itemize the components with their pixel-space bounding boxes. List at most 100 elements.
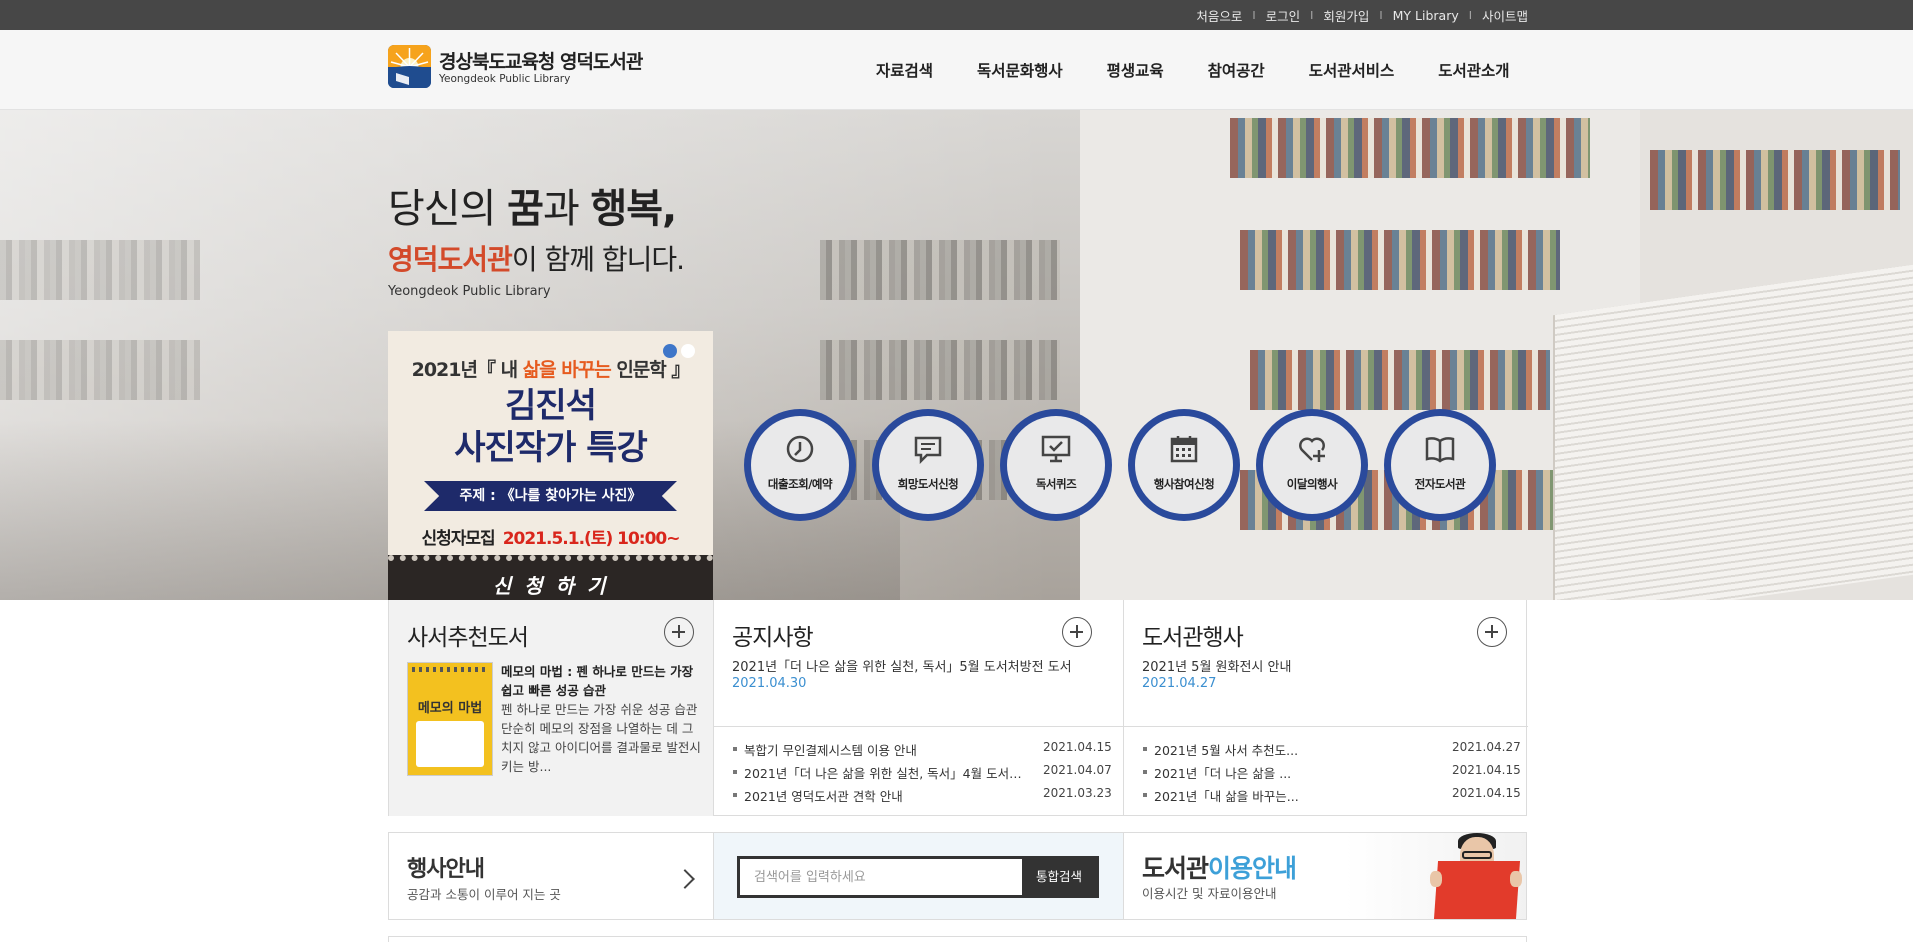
quick-circle-face: 대출조회/예약 — [751, 416, 849, 514]
slide-indicator[interactable] — [681, 344, 695, 358]
divider — [1124, 726, 1528, 727]
quick-label: 행사참여신청 — [1153, 477, 1215, 491]
quick-loan-reservation[interactable]: 대출조회/예약 — [744, 409, 856, 521]
quick-label: 희망도서신청 — [897, 477, 959, 491]
logo-english-name: Yeongdeok Public Library — [439, 73, 571, 85]
next-section-edge — [388, 936, 1527, 942]
stacked-papers — [1553, 264, 1913, 600]
quick-circle-face: 행사참여신청 — [1135, 416, 1233, 514]
notice-panel: 공지사항 2021년「더 나은 삶을 위한 실천, 독서」5월 도서처방전 도서… — [714, 600, 1124, 816]
event-guide-subtitle: 공감과 소통이 이루어 지는 곳 — [407, 887, 561, 902]
utility-links: 처음으로 I 로그인 I 회원가입 I MY Library I 사이트맵 — [1196, 0, 1528, 30]
heart-plus-icon — [1299, 437, 1325, 462]
quick-event-apply[interactable]: 행사참여신청 — [1128, 409, 1240, 521]
chevron-right-icon — [675, 869, 695, 889]
book-title[interactable]: 메모의 마법 : 펜 하나로 만드는 가장 쉽고 빠른 성공 습관 — [501, 662, 701, 700]
bottom-quick-row: 행사안내 공감과 소통이 이루어 지는 곳 통합검색 도서관이용안내 이용시간 … — [388, 832, 1527, 920]
nav-item-search[interactable]: 자료검색 — [876, 59, 933, 81]
library-logo-icon — [388, 45, 431, 88]
separator: I — [1252, 8, 1256, 22]
nav-item-reading-culture[interactable]: 독서문화행사 — [977, 59, 1063, 81]
hero-slogan-english: Yeongdeok Public Library — [388, 284, 551, 299]
quick-circle-face: 전자도서관 — [1391, 416, 1489, 514]
featured-notice-title[interactable]: 2021년「더 나은 삶을 위한 실천, 독서」5월 도서처방전 도서 — [732, 656, 1072, 675]
calendar-icon — [1170, 436, 1198, 463]
quick-label: 전자도서관 — [1414, 477, 1466, 491]
separator: I — [1310, 8, 1314, 22]
reader-photo — [1424, 833, 1526, 919]
hero-slogan-line1: 당신의 꿈과 행복, — [388, 186, 677, 232]
event-guide-link[interactable]: 행사안내 공감과 소통이 이루어 지는 곳 — [389, 833, 714, 919]
login-link[interactable]: 로그인 — [1266, 6, 1301, 25]
separator: I — [1468, 8, 1472, 22]
quick-circle-face: 희망도서신청 — [879, 416, 977, 514]
hand-shape — [1510, 871, 1522, 887]
search-input[interactable] — [740, 859, 1024, 895]
panel-title: 공지사항 — [732, 625, 814, 651]
nav-item-lifelong-education[interactable]: 평생교육 — [1107, 59, 1164, 81]
shelf-books — [1230, 118, 1590, 178]
featured-notice-date: 2021.04.30 — [732, 676, 807, 691]
integrated-search-button[interactable]: 통합검색 — [1022, 859, 1096, 895]
hand-shape — [1430, 871, 1442, 887]
nav-item-participation[interactable]: 참여공간 — [1208, 59, 1265, 81]
event-banner[interactable]: 2021년『 내 삶을 바꾸는 인문학 』 김진석 사진작가 특강 주제 : 《나… — [388, 331, 713, 601]
shelf-books — [820, 240, 1060, 300]
featured-event-title[interactable]: 2021년 5월 원화전시 안내 — [1142, 656, 1291, 675]
clock-icon — [786, 435, 814, 463]
book-cover-image[interactable]: 메모의 마법 — [407, 662, 493, 776]
quick-e-library[interactable]: 전자도서관 — [1384, 409, 1496, 521]
library-usage-link[interactable]: 도서관이용안내 이용시간 및 자료이용안내 — [1124, 833, 1526, 919]
signup-link[interactable]: 회원가입 — [1323, 6, 1369, 25]
slide-indicator-active[interactable] — [663, 344, 677, 358]
more-plus-icon[interactable] — [1062, 617, 1092, 647]
board-section: 사서추천도서 메모의 마법 메모의 마법 : 펜 하나로 만드는 가장 쉽고 빠… — [388, 600, 1528, 816]
quick-label: 이달의행사 — [1286, 477, 1338, 491]
library-events-panel: 도서관행사 2021년 5월 원화전시 안내 2021.04.27 2021년 … — [1124, 600, 1528, 816]
site-logo[interactable]: 경상북도교육청 영덕도서관 Yeongdeok Public Library — [388, 45, 668, 91]
nav-item-about[interactable]: 도서관소개 — [1438, 59, 1509, 81]
site-header: 경상북도교육청 영덕도서관 Yeongdeok Public Library 자… — [0, 30, 1913, 110]
top-utility-bar: 처음으로 I 로그인 I 회원가입 I MY Library I 사이트맵 — [0, 0, 1913, 30]
usage-title: 도서관이용안내 — [1142, 854, 1297, 883]
quick-reading-quiz[interactable]: 독서퀴즈 — [1000, 409, 1112, 521]
divider — [714, 726, 1123, 727]
event-guide-title: 행사안내 — [407, 857, 485, 882]
quick-circle-face: 이달의행사 — [1263, 416, 1361, 514]
book-cover-title: 메모의 마법 — [417, 701, 483, 716]
banner-series-title: 2021년『 내 삶을 바꾸는 인문학 』 — [411, 359, 691, 381]
shelf-books — [0, 240, 200, 300]
quick-label: 독서퀴즈 — [1035, 477, 1077, 491]
home-link[interactable]: 처음으로 — [1196, 6, 1242, 25]
hero-background — [0, 110, 1913, 600]
logo-korean-name: 경상북도교육청 영덕도서관 — [439, 51, 643, 73]
more-plus-icon[interactable] — [664, 617, 694, 647]
my-library-link[interactable]: MY Library — [1393, 8, 1459, 23]
shelf-books — [820, 340, 1060, 400]
librarian-recommend-panel: 사서추천도서 메모의 마법 메모의 마법 : 펜 하나로 만드는 가장 쉽고 빠… — [389, 600, 714, 816]
panel-title: 도서관행사 — [1142, 625, 1244, 651]
book-description: 펜 하나로 만드는 가장 쉬운 성공 습관단순히 메모의 장점을 나열하는 데 … — [501, 702, 701, 774]
quick-label: 대출조회/예약 — [767, 477, 833, 491]
shelf-books — [1650, 150, 1900, 210]
sitemap-link[interactable]: 사이트맵 — [1482, 6, 1528, 25]
hero-slogan-line2: 영덕도서관이 함께 합니다. — [388, 243, 685, 276]
shelf-books — [1240, 230, 1560, 290]
cover-illustration — [416, 721, 484, 767]
separator: I — [1379, 8, 1383, 22]
shelf-books — [0, 340, 200, 400]
open-book-icon — [1425, 437, 1455, 463]
spiral-binding — [412, 667, 488, 672]
quick-hope-book[interactable]: 희망도서신청 — [872, 409, 984, 521]
panel-title: 사서추천도서 — [407, 625, 529, 651]
glasses-shape — [1462, 851, 1492, 859]
nav-item-services[interactable]: 도서관서비스 — [1309, 59, 1395, 81]
more-plus-icon[interactable] — [1477, 617, 1507, 647]
banner-recruit: 신청자모집 2021.5.1.(토) 10:00~ — [421, 529, 680, 549]
quick-monthly-events[interactable]: 이달의행사 — [1256, 409, 1368, 521]
banner-apply-button[interactable]: 신 청 하 기 — [388, 555, 713, 601]
usage-subtitle: 이용시간 및 자료이용안내 — [1142, 886, 1277, 901]
shelf-books — [1250, 350, 1550, 410]
featured-event-date: 2021.04.27 — [1142, 676, 1217, 691]
search-box: 통합검색 — [737, 856, 1099, 898]
